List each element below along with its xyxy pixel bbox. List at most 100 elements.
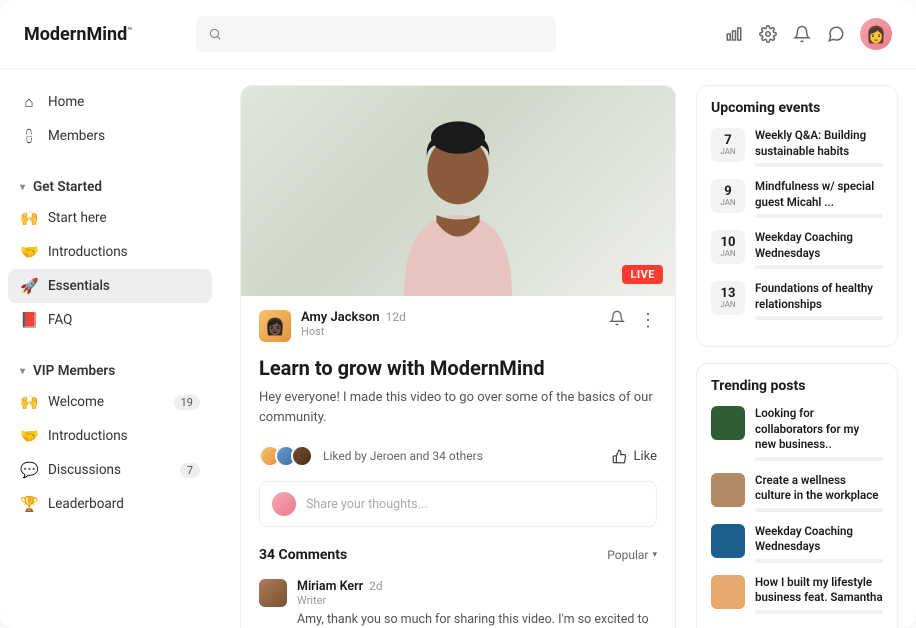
notify-icon[interactable] bbox=[609, 310, 625, 330]
trending-thumb bbox=[711, 524, 745, 558]
event-bar bbox=[755, 214, 883, 218]
trending-item[interactable]: Weekday Coaching Wednesdays bbox=[711, 524, 883, 563]
caret-icon: ▾ bbox=[20, 366, 25, 377]
main-content: LIVE 👩🏿 Amy Jackson 12d Host ⋮ Learn to g… bbox=[220, 69, 696, 628]
nav-item-leaderboard[interactable]: 🏆Leaderboard bbox=[8, 487, 212, 521]
post-author-role: Host bbox=[301, 325, 406, 338]
search-input[interactable] bbox=[196, 16, 556, 52]
nav-item-discussions[interactable]: 💬 Discussions 7 bbox=[8, 453, 212, 487]
trending-item[interactable]: Looking for collaborators for my new bus… bbox=[711, 406, 883, 461]
search-icon bbox=[208, 27, 222, 41]
nav-label: Welcome bbox=[48, 394, 104, 410]
nav-item-welcome[interactable]: 🙌Welcome19 bbox=[8, 385, 212, 419]
event-bar bbox=[755, 265, 883, 269]
nav-icon: 🤝 bbox=[20, 243, 38, 261]
post-card: LIVE 👩🏿 Amy Jackson 12d Host ⋮ Learn to g… bbox=[240, 85, 676, 628]
comment-item: Miriam Kerr 2d Writer Amy, thank you so m… bbox=[241, 575, 675, 628]
event-date: 10JAN bbox=[711, 230, 745, 264]
event-item[interactable]: 10JAN Weekday Coaching Wednesdays bbox=[711, 230, 883, 269]
like-avatars[interactable] bbox=[259, 445, 313, 467]
event-title: Mindfulness w/ special guest Micahl ... bbox=[755, 179, 883, 210]
nav-item-introductions[interactable]: 🤝Introductions bbox=[8, 419, 212, 453]
post-body: Hey everyone! I made this video to go ov… bbox=[241, 388, 675, 441]
liked-by-text: Liked by Jeroen and 34 others bbox=[323, 449, 483, 463]
user-avatar[interactable]: 👩 bbox=[860, 18, 892, 50]
post-time: 12d bbox=[386, 310, 406, 324]
post-title: Learn to grow with ModernMind bbox=[241, 350, 675, 388]
nav-badge: 7 bbox=[180, 463, 200, 478]
thumbs-up-icon bbox=[612, 449, 627, 464]
nav-label: Discussions bbox=[48, 462, 121, 478]
nav-section-get-started[interactable]: ▾Get Started bbox=[8, 173, 212, 201]
trending-thumb bbox=[711, 473, 745, 507]
comment-placeholder: Share your thoughts... bbox=[306, 497, 427, 512]
comment-time: 2d bbox=[369, 579, 383, 593]
event-date: 7JAN bbox=[711, 128, 745, 162]
trending-thumb bbox=[711, 575, 745, 609]
event-title: Weekly Q&A: Building sustainable habits bbox=[755, 128, 883, 159]
nav-section-vip-members[interactable]: ▾ VIP Members bbox=[8, 357, 212, 385]
messages-icon[interactable] bbox=[826, 24, 846, 44]
trending-bar bbox=[755, 610, 883, 614]
nav-item-home[interactable]: ⌂Home bbox=[8, 85, 212, 119]
nav-label: Introductions bbox=[48, 244, 128, 260]
comment-avatar[interactable] bbox=[259, 579, 287, 607]
nav-item-start-here[interactable]: 🙌 Start here bbox=[8, 201, 212, 235]
event-item[interactable]: 7JAN Weekly Q&A: Building sustainable ha… bbox=[711, 128, 883, 167]
nav-icon: 🏆 bbox=[20, 495, 38, 513]
section-title: Get Started bbox=[33, 179, 102, 195]
trending-posts-panel: Trending posts Looking for collaborators… bbox=[696, 363, 898, 628]
bell-icon[interactable] bbox=[792, 24, 812, 44]
comment-body: Amy, thank you so much for sharing this … bbox=[297, 611, 657, 628]
comment-input-avatar bbox=[272, 492, 296, 516]
comment-input[interactable]: Share your thoughts... bbox=[259, 481, 657, 527]
nav-icon: 📕 bbox=[20, 311, 38, 329]
trending-thumb bbox=[711, 406, 745, 440]
trending-bar bbox=[755, 508, 883, 512]
section-title: VIP Members bbox=[33, 363, 115, 379]
event-bar bbox=[755, 316, 883, 320]
nav-item-essentials[interactable]: 🚀Essentials bbox=[8, 269, 212, 303]
search-container bbox=[196, 16, 556, 52]
video-person bbox=[368, 116, 548, 296]
event-date: 13JAN bbox=[711, 281, 745, 315]
event-date: 9JAN bbox=[711, 179, 745, 213]
comment-role: Writer bbox=[297, 594, 657, 607]
nav-label: Introductions bbox=[48, 428, 128, 444]
analytics-icon[interactable] bbox=[724, 24, 744, 44]
event-title: Foundations of healthy relationships bbox=[755, 281, 883, 312]
trending-item[interactable]: Create a wellness culture in the workpla… bbox=[711, 473, 883, 512]
video-thumbnail[interactable]: LIVE bbox=[241, 86, 675, 296]
comments-count: 34 Comments bbox=[259, 547, 347, 563]
nav-label: Members bbox=[48, 128, 105, 144]
trending-title: Weekday Coaching Wednesdays bbox=[755, 524, 883, 555]
sidebar: ⌂Home⩉Members ▾Get Started🙌Start here🤝In… bbox=[0, 69, 220, 628]
nav-icon: 💬 bbox=[20, 461, 38, 479]
nav-label: Start here bbox=[48, 210, 107, 226]
trending-title: How I built my lifestyle business feat. … bbox=[755, 575, 883, 606]
nav-icon: 🙌 bbox=[20, 209, 38, 227]
comment-author[interactable]: Miriam Kerr bbox=[297, 579, 363, 594]
post-author-avatar[interactable]: 👩🏿 bbox=[259, 310, 291, 342]
trending-bar bbox=[755, 457, 883, 461]
more-icon[interactable]: ⋮ bbox=[639, 316, 657, 325]
brand-logo[interactable]: ModernMind™ bbox=[24, 24, 132, 45]
event-item[interactable]: 13JAN Foundations of healthy relationshi… bbox=[711, 281, 883, 320]
nav-item-faq[interactable]: 📕 FAQ bbox=[8, 303, 212, 337]
nav-icon: 🚀 bbox=[20, 277, 38, 295]
trending-item[interactable]: How I built my lifestyle business feat. … bbox=[711, 575, 883, 614]
nav-item-members[interactable]: ⩉Members bbox=[8, 119, 212, 153]
gear-icon[interactable] bbox=[758, 24, 778, 44]
trending-panel-title: Trending posts bbox=[711, 378, 883, 394]
nav-badge: 19 bbox=[174, 395, 200, 410]
comments-sort-button[interactable]: Popular▾ bbox=[607, 548, 657, 562]
live-badge: LIVE bbox=[622, 265, 663, 284]
nav-item-introductions[interactable]: 🤝 Introductions bbox=[8, 235, 212, 269]
nav-label: FAQ bbox=[48, 312, 72, 328]
events-panel-title: Upcoming events bbox=[711, 100, 883, 116]
trending-title: Create a wellness culture in the workpla… bbox=[755, 473, 883, 504]
like-button[interactable]: Like bbox=[612, 449, 657, 464]
trending-title: Looking for collaborators for my new bus… bbox=[755, 406, 883, 453]
event-item[interactable]: 9JAN Mindfulness w/ special guest Micahl… bbox=[711, 179, 883, 218]
post-author-name[interactable]: Amy Jackson bbox=[301, 310, 380, 325]
